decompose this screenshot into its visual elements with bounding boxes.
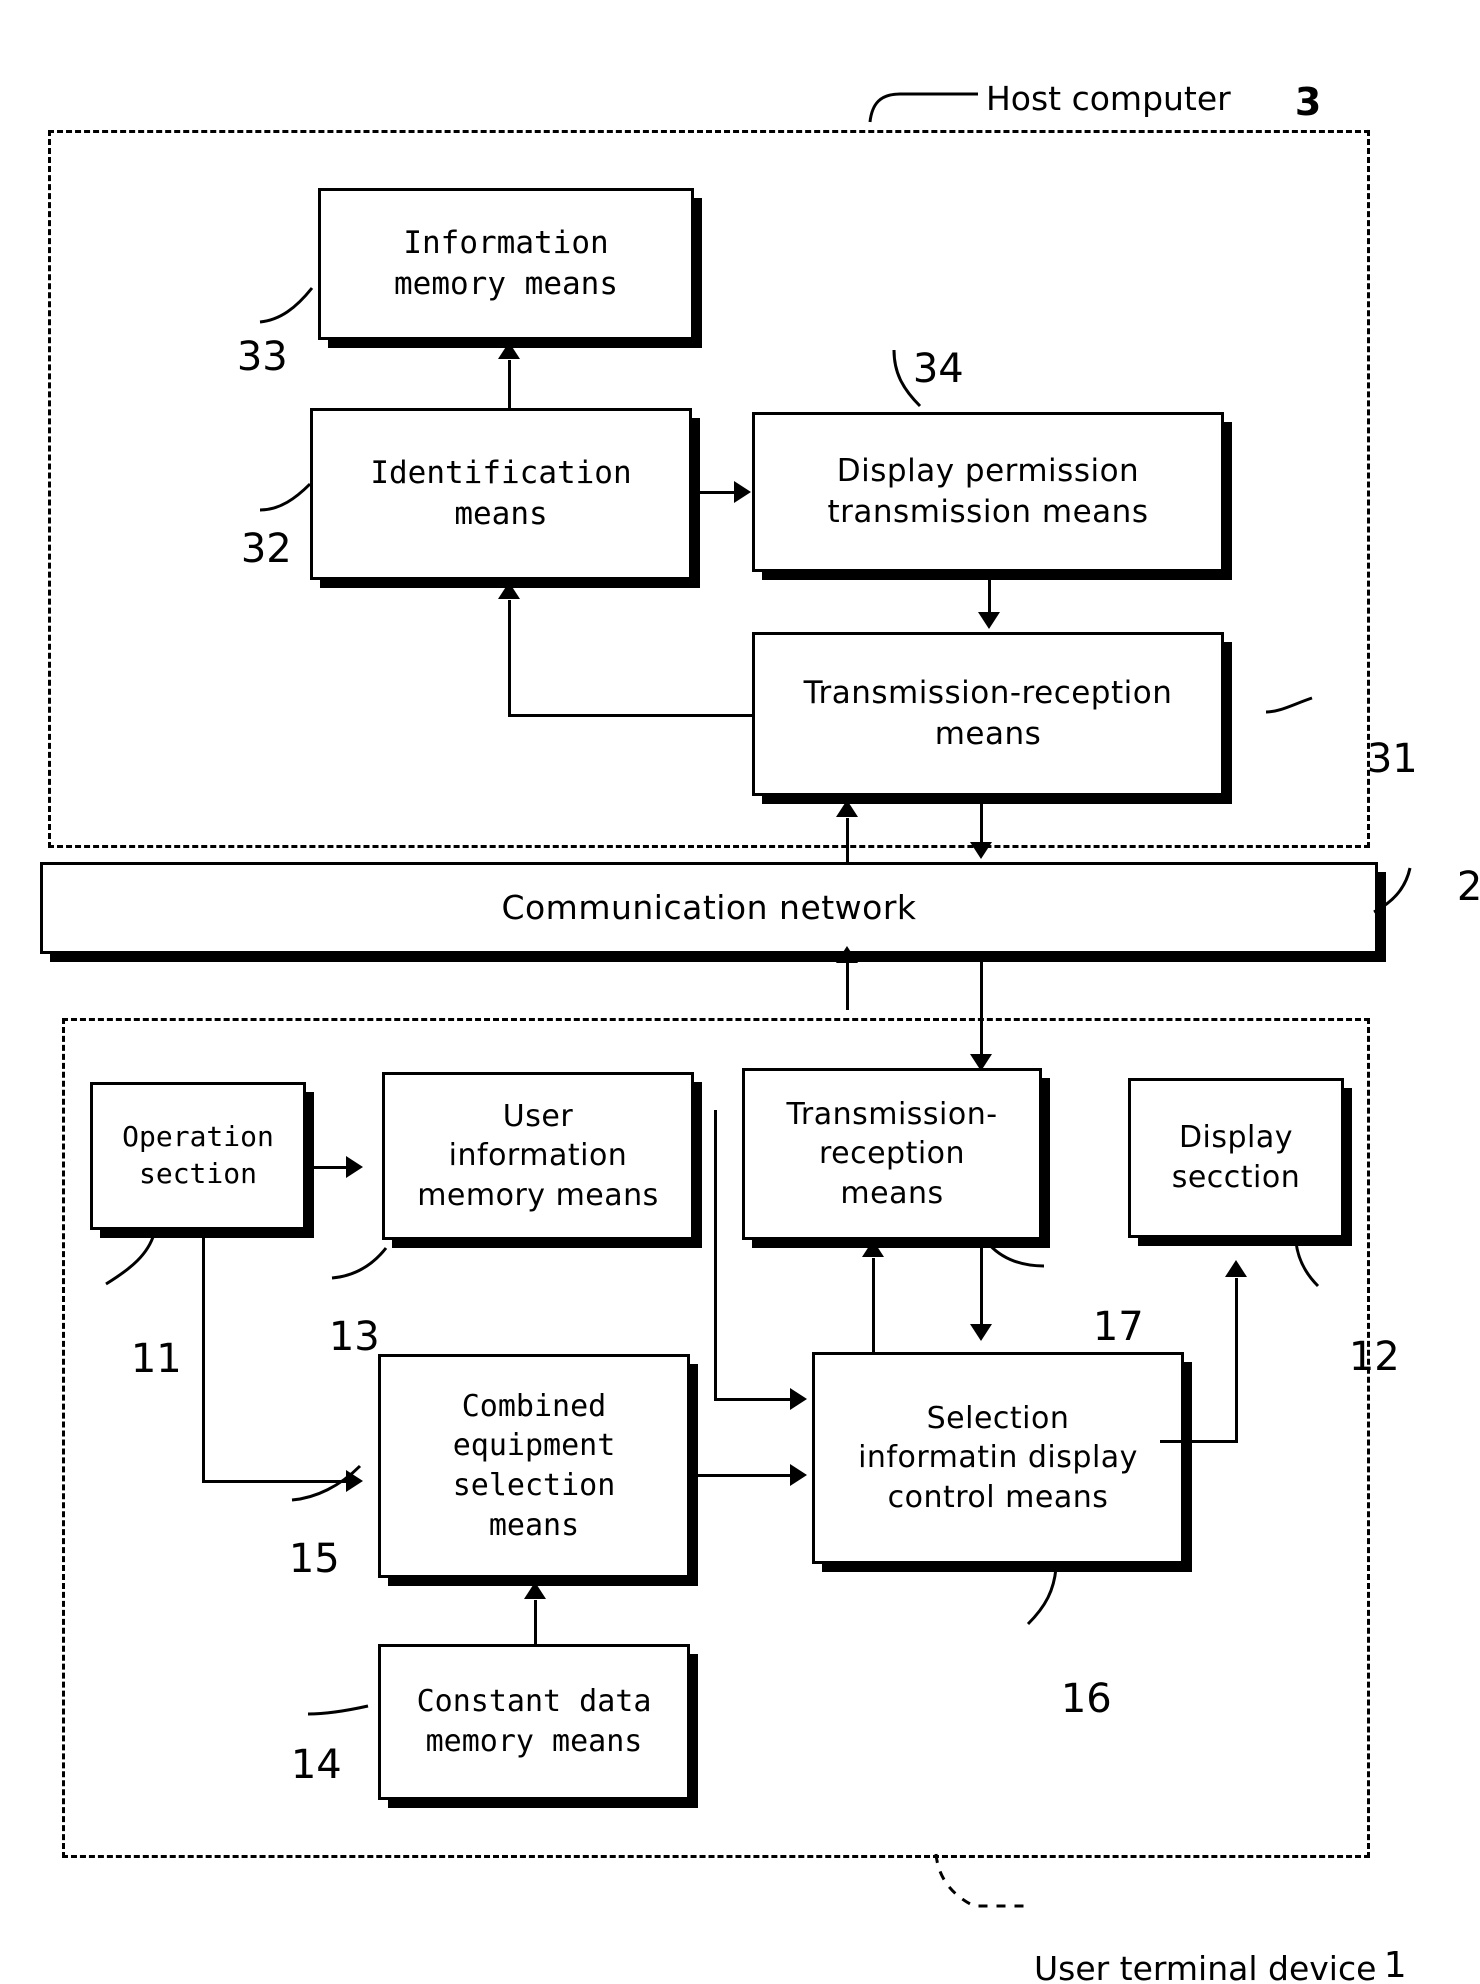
box-user-information-memory-means-label: User information memory means <box>417 1098 659 1213</box>
arrowhead-identification-to-info-memory <box>498 342 520 359</box>
box-identification-means-label: Identification means <box>370 455 632 532</box>
arrowhead-transmission-to-selection <box>970 1324 992 1341</box>
box-information-memory-means-label: Information memory means <box>394 225 618 302</box>
box-display-permission-transmission-means: Display permission transmission means <box>752 412 1224 572</box>
ref-16: 16 <box>1010 1630 1112 1768</box>
box-combined-equipment-selection-means-label: Combined equipment selection means <box>452 1388 616 1543</box>
arrowhead-selection-to-transmission <box>862 1240 884 1257</box>
arrowhead-constant-data-to-combined <box>524 1582 546 1599</box>
ref-31: 31 <box>1316 690 1418 828</box>
ref-33-leader <box>259 287 314 324</box>
terminal-title-leader <box>934 1853 1026 1908</box>
box-communication-network-label: Communication network <box>501 888 917 928</box>
box-host-transmission-reception-means-label: Transmission-reception means <box>803 675 1173 752</box>
box-display-permission-transmission-means-label: Display permission transmission means <box>827 453 1149 530</box>
conn-transmission-to-identification-v <box>508 600 511 717</box>
box-selection-information-display-control-means: Selection informatin display control mea… <box>812 1352 1184 1564</box>
ref-31-text: 31 <box>1366 736 1418 782</box>
ref-13-text: 13 <box>328 1314 380 1360</box>
ref-11-leader <box>105 1233 156 1286</box>
box-constant-data-memory-means: Constant data memory means <box>378 1644 690 1800</box>
conn-user-info-to-selection-h <box>714 1398 792 1401</box>
conn-user-info-to-selection-v <box>714 1110 717 1400</box>
conn-transmission-to-selection <box>980 1240 983 1326</box>
ref-34-leader <box>892 349 922 408</box>
conn-operation-to-combined-h <box>202 1480 348 1483</box>
box-display-section: Display secction <box>1128 1078 1344 1238</box>
conn-transmission-to-identification-h <box>508 714 754 717</box>
ref-15: 15 <box>238 1490 340 1628</box>
conn-display-permission-to-transmission <box>988 572 991 614</box>
ref-31-leader <box>1265 696 1313 714</box>
host-computer-title-text: Host computer <box>985 79 1231 118</box>
ref-14-leader <box>307 1704 369 1716</box>
box-display-section-label: Display secction <box>1171 1120 1301 1195</box>
ref-15-text: 15 <box>288 1536 340 1582</box>
box-host-transmission-reception-means: Transmission-reception means <box>752 632 1224 796</box>
conn-operation-to-combined-v <box>202 1230 205 1482</box>
ref-33-text: 33 <box>236 334 288 380</box>
host-title-leader <box>868 92 978 123</box>
ref-32-leader <box>259 482 312 512</box>
conn-host-to-network-down <box>980 800 983 844</box>
ref-13-leader <box>331 1247 388 1280</box>
box-user-information-memory-means: User information memory means <box>382 1072 694 1240</box>
arrowhead-display-permission-to-transmission <box>978 612 1000 629</box>
arrowhead-user-info-to-selection <box>790 1388 807 1410</box>
box-combined-equipment-selection-means: Combined equipment selection means <box>378 1354 690 1578</box>
box-terminal-transmission-reception-means-label: Transmission- reception means <box>786 1096 998 1211</box>
box-identification-means: Identification means <box>310 408 692 580</box>
ref-17-text: 17 <box>1092 1304 1144 1350</box>
conn-constant-data-to-combined <box>534 1600 537 1646</box>
arrowhead-combined-to-selection <box>790 1464 807 1486</box>
box-operation-section-label: Operation section <box>122 1120 274 1190</box>
ref-17-leader <box>982 1237 1045 1268</box>
box-operation-section: Operation section <box>90 1082 306 1230</box>
conn-terminal-to-network-up <box>846 962 849 1010</box>
arrowhead-network-to-host <box>836 800 858 817</box>
user-terminal-ref: 1 <box>1338 1904 1407 1984</box>
arrowhead-identification-to-display-permission <box>734 481 751 503</box>
ref-12-leader <box>1294 1241 1320 1288</box>
conn-identification-to-info-memory <box>508 360 511 410</box>
box-terminal-transmission-reception-means: Transmission- reception means <box>742 1068 1042 1240</box>
arrowhead-operation-to-user-info <box>346 1156 363 1178</box>
arrowhead-transmission-to-identification <box>498 582 520 599</box>
patent-figure: Host computer 3 Information memory means… <box>0 0 1480 1984</box>
ref-14-text: 14 <box>290 1742 342 1788</box>
conn-selection-to-display-v <box>1235 1278 1238 1442</box>
ref-11-text: 11 <box>130 1336 182 1382</box>
arrowhead-selection-to-display <box>1225 1260 1247 1277</box>
box-communication-network: Communication network <box>40 862 1378 954</box>
conn-selection-to-transmission <box>872 1258 875 1354</box>
ref-2-text: 2 <box>1456 864 1480 910</box>
conn-selection-to-display-h <box>1160 1440 1238 1443</box>
conn-combined-to-selection <box>690 1474 794 1477</box>
ref-12: 12 <box>1298 1288 1400 1426</box>
user-terminal-title-text: User terminal device <box>1033 1949 1377 1984</box>
conn-network-to-host-up <box>846 818 849 864</box>
ref-2-leader <box>1373 867 1412 914</box>
box-information-memory-means: Information memory means <box>318 188 694 340</box>
ref-16-leader <box>1026 1567 1058 1626</box>
arrowhead-host-to-network <box>970 842 992 859</box>
user-terminal-title: User terminal device <box>992 1910 1376 1984</box>
ref-13: 13 <box>278 1268 380 1406</box>
box-selection-information-display-control-means-label: Selection informatin display control mea… <box>858 1400 1138 1515</box>
ref-11: 11 <box>80 1290 182 1428</box>
user-terminal-ref-text: 1 <box>1383 1945 1407 1984</box>
box-constant-data-memory-means-label: Constant data memory means <box>416 1684 652 1759</box>
ref-32-text: 32 <box>240 526 292 572</box>
ref-12-text: 12 <box>1348 1334 1400 1380</box>
arrowhead-operation-to-combined <box>346 1470 363 1492</box>
conn-operation-to-user-info <box>306 1166 348 1169</box>
conn-identification-to-display-permission <box>692 491 736 494</box>
host-computer-ref-text: 3 <box>1294 80 1322 124</box>
ref-16-text: 16 <box>1060 1676 1112 1722</box>
arrowhead-terminal-to-network <box>836 946 858 963</box>
